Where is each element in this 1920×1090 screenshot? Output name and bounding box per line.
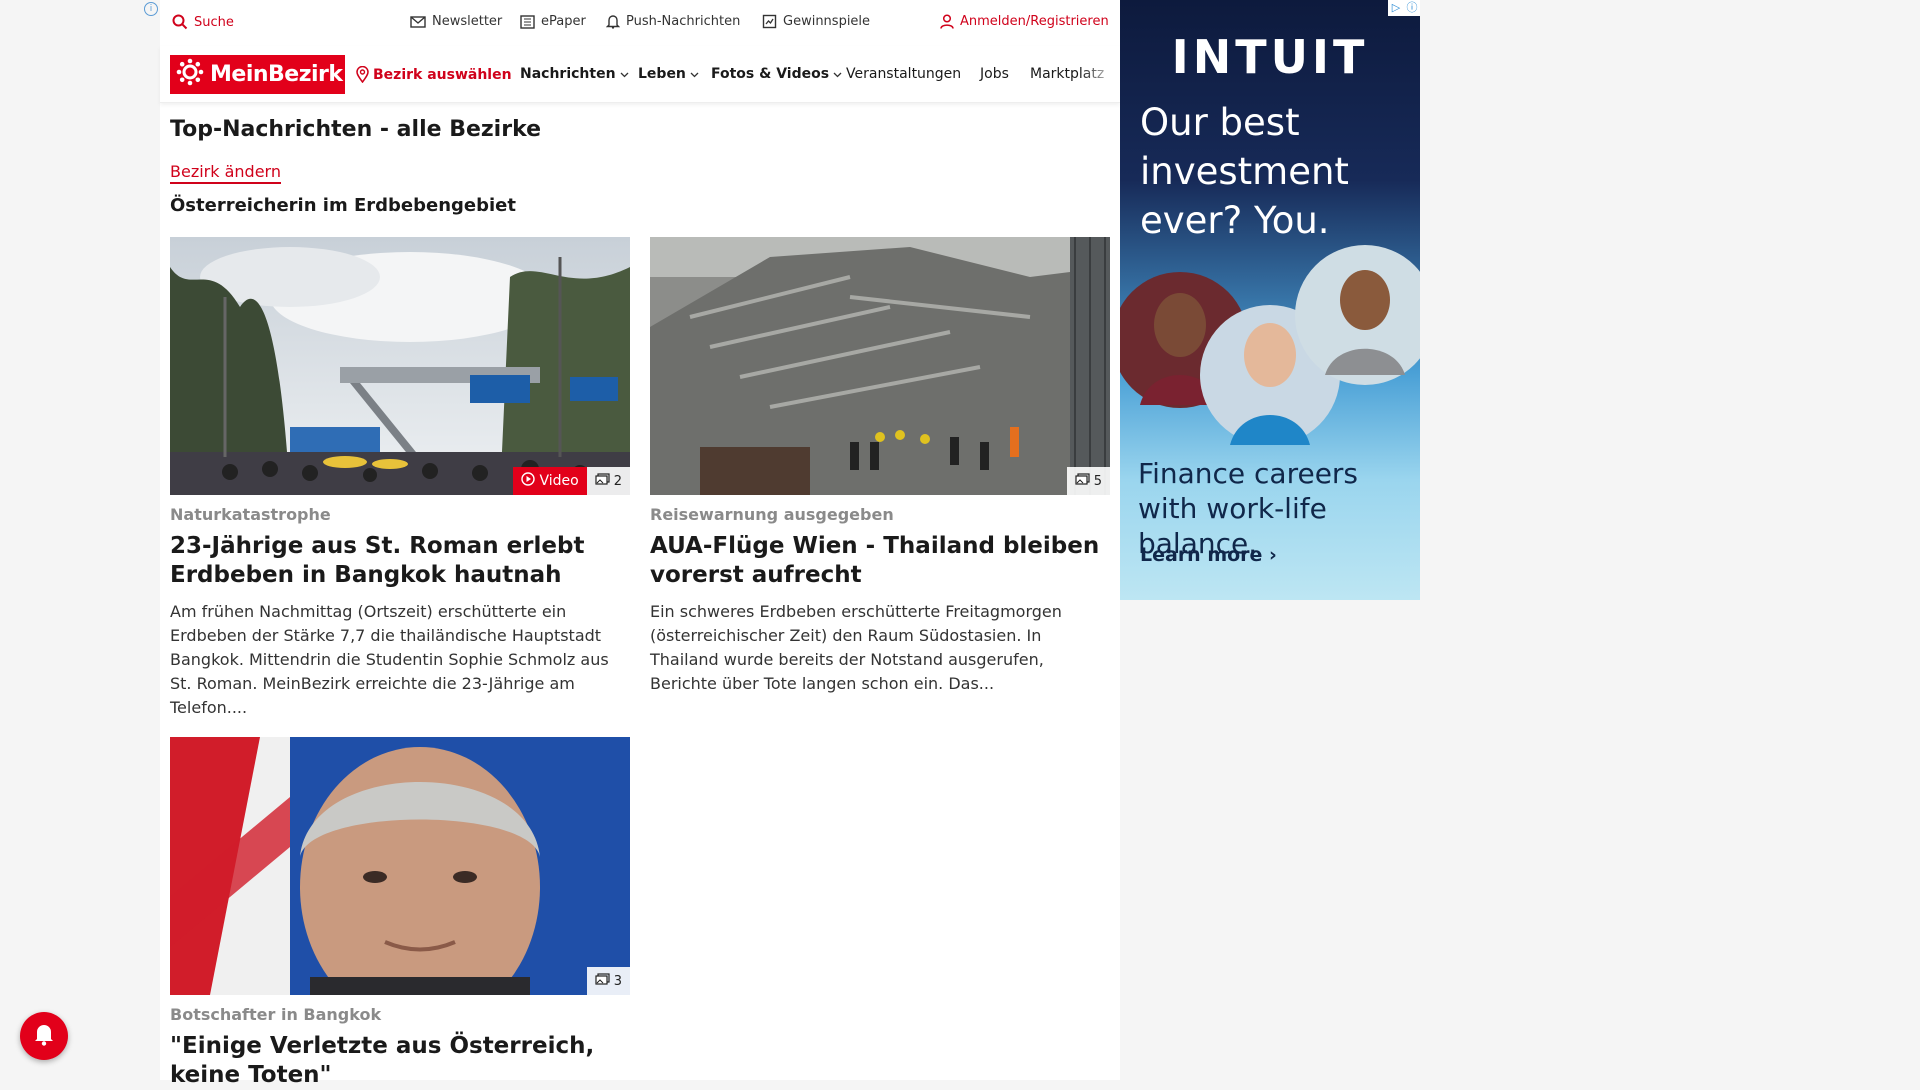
gewinnspiele-link[interactable]: Gewinnspiele xyxy=(762,14,870,29)
push-notifications-link[interactable]: Push-Nachrichten xyxy=(606,14,740,29)
nav-fotos-videos[interactable]: Fotos & Videos xyxy=(711,66,842,82)
photo-count: 2 xyxy=(613,473,622,489)
search-icon xyxy=(172,14,188,30)
bell-icon xyxy=(606,14,620,29)
article-card[interactable]: Video 2 Naturkatastrophe 23-Jährige aus … xyxy=(170,237,630,720)
article-teaser: Ein schweres Erdbeben erschütterte Freit… xyxy=(650,602,1062,693)
nav-jobs[interactable]: Jobs xyxy=(980,66,1009,82)
nav-leben-label: Leben xyxy=(638,66,686,82)
newsletter-label: Newsletter xyxy=(432,14,503,29)
bell-icon xyxy=(33,1022,55,1050)
article-image[interactable]: Video 2 xyxy=(170,237,630,495)
article-kicker: Reisewarnung ausgegeben xyxy=(650,505,894,524)
photo-count-badge: 3 xyxy=(586,967,630,995)
gallery-icon xyxy=(595,473,610,489)
mail-icon xyxy=(410,15,426,29)
ad-learn-more-button[interactable]: Learn more › xyxy=(1140,544,1277,566)
media-badges: Video 2 xyxy=(513,467,630,495)
page-content: Suche Newsletter ePaper Push-Nachrichten… xyxy=(160,0,1120,1088)
nav-veranstaltungen-label: Veranstaltungen xyxy=(846,66,962,82)
photo-count: 5 xyxy=(1093,473,1102,489)
push-label: Push-Nachrichten xyxy=(626,14,741,29)
topic-title[interactable]: Österreicherin im Erdbebengebiet xyxy=(170,195,516,216)
ad-headline: Our best investment ever? You. xyxy=(1140,101,1349,242)
user-icon xyxy=(940,14,954,29)
gift-icon xyxy=(762,14,777,29)
media-badges: 5 xyxy=(1066,467,1110,495)
utility-bar: Suche Newsletter ePaper Push-Nachrichten… xyxy=(160,0,1120,46)
epaper-label: ePaper xyxy=(541,14,586,29)
nav-nachrichten[interactable]: Nachrichten xyxy=(520,66,629,82)
epaper-link[interactable]: ePaper xyxy=(519,14,586,29)
article-card[interactable]: 3 Botschafter in Bangkok "Einige Verletz… xyxy=(170,737,630,1090)
article-headline[interactable]: 23-Jährige aus St. Roman erlebt Erdbeben… xyxy=(170,532,630,590)
article-image[interactable]: 5 xyxy=(650,237,1110,495)
article-image[interactable]: 3 xyxy=(170,737,630,995)
photo-count-badge: 5 xyxy=(1066,467,1110,495)
play-circle-icon xyxy=(521,472,536,490)
advertisement-banner[interactable]: ▷ ⓘ INTUIT Our best investment ever? You… xyxy=(1120,0,1420,600)
ad-info-icon[interactable]: i xyxy=(144,2,158,16)
section-title: Top-Nachrichten - alle Bezirke xyxy=(170,117,542,142)
change-bezirk-link[interactable]: Bezirk ändern xyxy=(170,162,281,184)
article-kicker: Botschafter in Bangkok xyxy=(170,1005,382,1024)
nav-veranstaltungen[interactable]: Veranstaltungen xyxy=(846,66,961,82)
media-badges: 3 xyxy=(586,967,630,995)
main-nav: MeinBezirk Bezirk auswählen Nachrichten … xyxy=(160,46,1120,103)
login-label: Anmelden/Registrieren xyxy=(960,14,1109,29)
article-card[interactable]: 5 Reisewarnung ausgegeben AUA-Flüge Wien… xyxy=(650,237,1110,696)
nav-nachrichten-label: Nachrichten xyxy=(520,66,616,82)
nav-overflow-fade xyxy=(1080,46,1120,102)
bezirk-select-button[interactable]: Bezirk auswählen xyxy=(356,66,512,83)
search-label: Suche xyxy=(194,14,234,30)
ambassador-portrait-image xyxy=(170,737,630,995)
login-link[interactable]: Anmelden/Registrieren xyxy=(940,14,1109,29)
ad-people-image xyxy=(1120,245,1420,445)
chevron-down-icon xyxy=(620,66,629,82)
nav-leben[interactable]: Leben xyxy=(638,66,699,82)
video-label: Video xyxy=(539,473,579,489)
location-pin-icon xyxy=(356,66,369,83)
logo-text: MeinBezirk xyxy=(210,62,343,87)
video-badge[interactable]: Video xyxy=(513,467,587,495)
collapsed-building-image xyxy=(650,237,1110,495)
chevron-down-icon xyxy=(690,66,699,82)
article-headline[interactable]: AUA-Flüge Wien - Thailand bleiben vorers… xyxy=(650,532,1110,590)
bezirk-select-label: Bezirk auswählen xyxy=(373,66,512,83)
photo-count: 3 xyxy=(613,973,622,989)
meinbezirk-logo[interactable]: MeinBezirk xyxy=(170,55,345,94)
newspaper-icon xyxy=(519,14,535,29)
adchoices-play-icon: ▷ xyxy=(1391,1,1401,14)
street-scene-image xyxy=(170,237,630,495)
gallery-icon xyxy=(1075,473,1090,489)
photo-count-badge: 2 xyxy=(586,467,630,495)
chevron-down-icon xyxy=(833,66,842,82)
ad-brand-logo: INTUIT xyxy=(1171,30,1369,84)
nav-fotos-videos-label: Fotos & Videos xyxy=(711,66,830,82)
article-teaser: Am frühen Nachmittag (Ortszeit) erschütt… xyxy=(170,602,609,717)
sun-logo-icon xyxy=(176,58,204,92)
adchoices-info-icon: ⓘ xyxy=(1406,1,1418,14)
gewinnspiele-label: Gewinnspiele xyxy=(783,14,871,29)
nav-jobs-label: Jobs xyxy=(980,66,1009,82)
notification-bell-button[interactable] xyxy=(20,1012,68,1060)
gallery-icon xyxy=(595,973,610,989)
ad-choices[interactable]: ▷ ⓘ xyxy=(1388,0,1420,16)
article-kicker: Naturkatastrophe xyxy=(170,505,331,524)
search-button[interactable]: Suche xyxy=(172,14,234,30)
article-headline[interactable]: "Einige Verletzte aus Österreich, keine … xyxy=(170,1032,630,1090)
newsletter-link[interactable]: Newsletter xyxy=(410,14,502,29)
